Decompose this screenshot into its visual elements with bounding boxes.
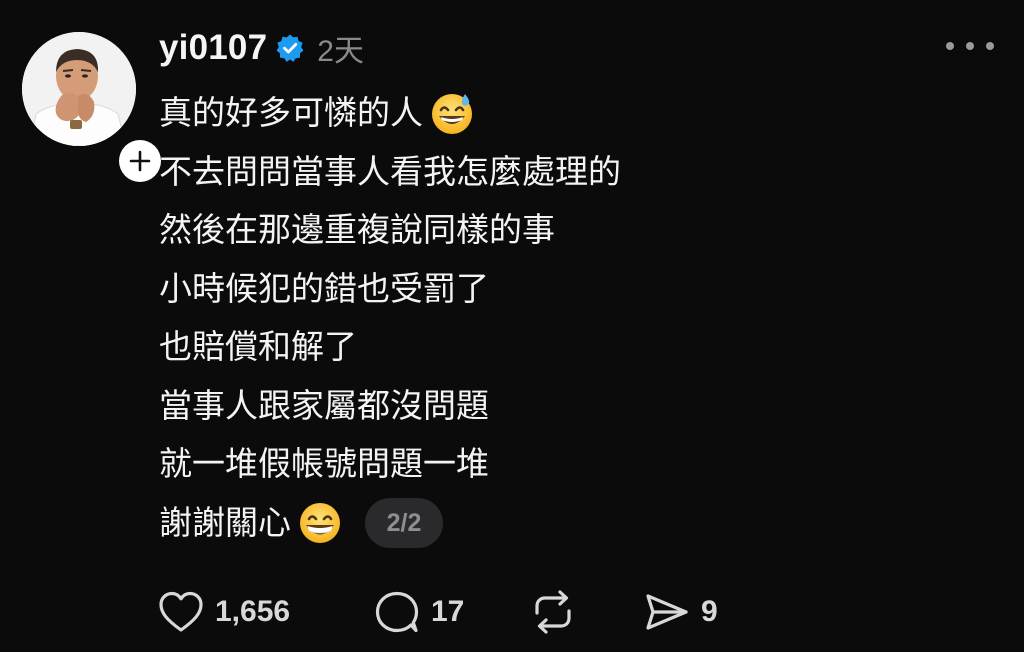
post-timestamp[interactable]: 2天 bbox=[317, 26, 364, 70]
post-body: 真的好多可憐的人 不去問問當事人看我怎麼處理的 然後在那邊重複說同樣的事 小時候… bbox=[159, 84, 939, 552]
repost-icon bbox=[529, 589, 577, 635]
plus-icon bbox=[119, 140, 161, 182]
page-indicator: 2/2 bbox=[365, 497, 443, 548]
like-button[interactable]: 1,656 bbox=[157, 589, 373, 635]
share-button[interactable]: 9 bbox=[643, 589, 718, 635]
heart-icon bbox=[157, 589, 205, 635]
repost-button[interactable] bbox=[529, 589, 643, 635]
post-text-line-4: 小時候犯的錯也受罰了 bbox=[159, 268, 489, 308]
username-link[interactable]: yi0107 bbox=[159, 28, 267, 68]
post-text-line: 謝謝關心 2/2 bbox=[159, 494, 939, 553]
beaming-face-icon bbox=[297, 500, 343, 546]
more-options-icon[interactable] bbox=[946, 30, 994, 62]
grinning-face-with-sweat-icon bbox=[429, 90, 475, 136]
avatar[interactable] bbox=[22, 32, 136, 146]
avatar-photo bbox=[22, 32, 136, 146]
share-count: 9 bbox=[701, 595, 718, 628]
post-text-line: 不去問問當事人看我怎麼處理的 bbox=[159, 143, 939, 202]
post-text-line-6: 當事人跟家屬都沒問題 bbox=[159, 385, 489, 425]
verified-badge-icon bbox=[275, 33, 305, 63]
post-text-line: 當事人跟家屬都沒問題 bbox=[159, 377, 939, 436]
post-text-line: 就一堆假帳號問題一堆 bbox=[159, 435, 939, 494]
speech-bubble-icon bbox=[373, 589, 421, 635]
more-dot bbox=[946, 42, 954, 50]
post-text-line-1: 真的好多可憐的人 bbox=[159, 93, 423, 132]
thread-post: yi0107 2天 真的好多可憐的人 不去問問當事人看我怎麼處理的 然後在那邊重… bbox=[0, 0, 1024, 652]
paper-plane-icon bbox=[643, 589, 691, 635]
post-header: yi0107 2天 bbox=[159, 24, 364, 72]
post-text-line: 真的好多可憐的人 bbox=[159, 84, 939, 143]
action-bar: 1,656 17 9 bbox=[157, 586, 718, 638]
post-text-line: 然後在那邊重複說同樣的事 bbox=[159, 201, 939, 260]
more-dot bbox=[986, 42, 994, 50]
reply-button[interactable]: 17 bbox=[373, 589, 529, 635]
post-text-line-7: 就一堆假帳號問題一堆 bbox=[159, 444, 489, 483]
post-text-line-2: 不去問問當事人看我怎麼處理的 bbox=[159, 151, 621, 191]
post-text-line-8: 謝謝關心 bbox=[159, 502, 291, 542]
post-text-line-3: 然後在那邊重複說同樣的事 bbox=[159, 210, 555, 249]
post-text-line: 小時候犯的錯也受罰了 bbox=[159, 260, 939, 319]
post-text-line: 也賠償和解了 bbox=[159, 318, 939, 377]
like-count: 1,656 bbox=[215, 595, 291, 628]
avatar-container bbox=[22, 32, 166, 187]
more-dot bbox=[966, 42, 974, 50]
post-text-line-5: 也賠償和解了 bbox=[159, 327, 357, 366]
reply-count: 17 bbox=[431, 595, 465, 628]
